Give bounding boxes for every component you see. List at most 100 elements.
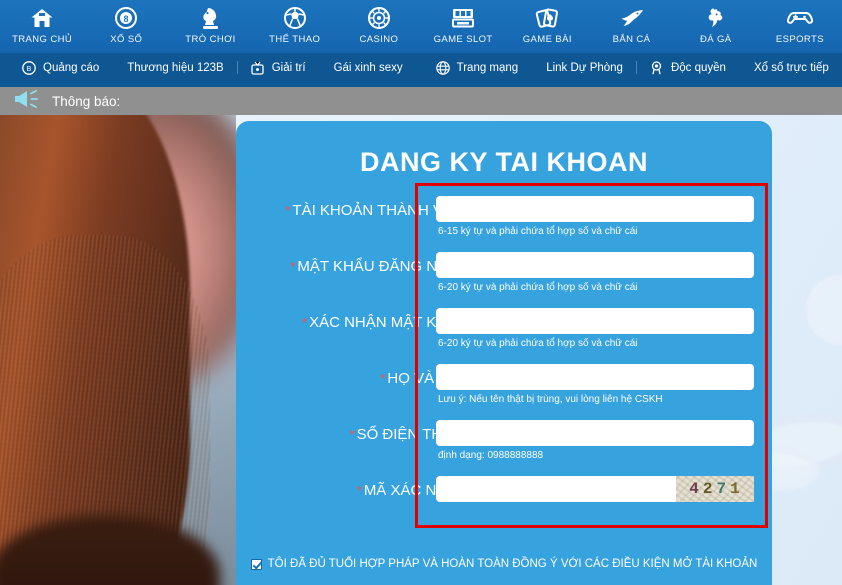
megaphone-icon — [13, 89, 43, 114]
required-marker: * — [356, 483, 362, 498]
confirm-password-input[interactable] — [436, 308, 754, 334]
subnav-group-advertising: B Quảng cáo Thương hiệu 123B — [22, 60, 224, 75]
svg-text:B: B — [27, 66, 32, 73]
eight-ball-icon: 8 — [114, 5, 138, 31]
registration-panel: DANG KY TAI KHOAN * TÀI KHOẢN THÀNH VIÊN … — [236, 121, 772, 585]
required-marker: * — [380, 371, 386, 386]
nav-item-xo-so[interactable]: 8 XỔ SỐ — [84, 0, 168, 53]
captcha-digit: 7 — [716, 480, 728, 498]
subnav-link-xo-so-truc-tiep[interactable]: Xổ số trực tiếp — [754, 62, 829, 74]
subnav-link-du-phong[interactable]: Link Dự Phòng — [546, 62, 623, 74]
field-wrap-password: 6-20 ký tự và phải chứa tổ hợp số và chữ… — [436, 252, 756, 293]
required-marker: * — [290, 259, 296, 274]
nav-item-the-thao[interactable]: THỂ THAO — [253, 0, 337, 53]
nav-label: TRÒ CHƠI — [185, 34, 236, 45]
field-wrap-username: 6-15 ký tự và phải chứa tổ hợp số và chữ… — [436, 196, 756, 237]
label-fullname: * HỌ VÀ TÊN — [248, 370, 468, 387]
label-username: * TÀI KHOẢN THÀNH VIÊN — [248, 202, 468, 219]
nav-item-casino[interactable]: CASINO — [337, 0, 421, 53]
nav-label: XỔ SỐ — [110, 34, 143, 45]
ad-badge-icon: B — [22, 60, 36, 75]
subnav-separator — [236, 61, 238, 74]
required-marker: * — [349, 427, 355, 442]
globe-icon — [435, 60, 450, 75]
roulette-icon — [367, 5, 391, 31]
nav-item-ban-ca[interactable]: BẮN CÁ — [589, 0, 673, 53]
field-wrap-confirm-password: 6-20 ký tự và phải chứa tổ hợp số và chữ… — [436, 308, 756, 349]
nav-label: TRANG CHỦ — [12, 34, 73, 45]
nav-item-da-ga[interactable]: ĐÁ GÀ — [674, 0, 758, 53]
form-row-username: * TÀI KHOẢN THÀNH VIÊN 6-15 ký tự và phải… — [236, 193, 772, 249]
svg-text:8: 8 — [124, 14, 129, 24]
form-row-confirm-password: * XÁC NHẬN MẬT KHẨU 6-20 ký tự và phải ch… — [236, 305, 772, 361]
nav-item-trang-chu[interactable]: TRANG CHỦ — [0, 0, 84, 53]
subnav-separator — [419, 61, 420, 74]
terms-checkbox[interactable] — [250, 558, 262, 570]
registration-form: * TÀI KHOẢN THÀNH VIÊN 6-15 ký tự và phải… — [236, 193, 772, 529]
terms-row: TÔI ĐÃ ĐỦ TUỔI HỢP PHÁP VÀ HOÀN TOÀN ĐỒN… — [236, 558, 772, 570]
subnav-group-exclusive: Độc quyền Xổ số trực tiếp — [650, 60, 829, 75]
label-confirm-password: * XÁC NHẬN MẬT KHẨU — [248, 314, 468, 331]
nav-item-game-slot[interactable]: GAME SLOT — [421, 0, 505, 53]
captcha-digit: 1 — [730, 480, 741, 498]
nav-item-game-bai[interactable]: GAME BÀI — [505, 0, 589, 53]
gamepad-icon — [786, 5, 814, 31]
nav-label: CASINO — [359, 34, 399, 45]
subnav-separator — [635, 61, 637, 74]
hint-fullname: Lưu ý: Nếu tên thật bị trùng, vui lòng l… — [438, 394, 663, 405]
nav-label: GAME BÀI — [522, 34, 572, 45]
subnav-link-trang-mang[interactable]: Trang mạng — [457, 62, 519, 74]
terms-label: TÔI ĐÃ ĐỦ TUỔI HỢP PHÁP VÀ HOÀN TOÀN ĐỒN… — [267, 558, 758, 570]
username-input[interactable] — [436, 196, 754, 222]
notification-label: Thông báo: — [52, 93, 121, 109]
form-row-fullname: * HỌ VÀ TÊN Lưu ý: Nếu tên thật bị trùng,… — [236, 361, 772, 417]
form-row-phone: * SỐ ĐIỆN THOẠI định dạng: 0988888888 — [236, 417, 772, 473]
fish-icon — [619, 5, 645, 31]
hint-password: 6-20 ký tự và phải chứa tổ hợp số và chữ… — [438, 282, 638, 293]
subnav-group-entertainment: Giải trí Gái xinh sexy — [251, 61, 403, 75]
nav-label: THỂ THAO — [269, 34, 321, 45]
playing-cards-icon — [535, 5, 559, 31]
nav-label: ĐÁ GÀ — [699, 34, 732, 45]
home-icon — [30, 5, 54, 31]
password-input[interactable] — [436, 252, 754, 278]
primary-navigation: TRANG CHỦ 8 XỔ SỐ TRÒ CHƠI THỂ THAO CASI… — [0, 0, 842, 53]
required-marker: * — [302, 315, 308, 330]
secondary-navigation: B Quảng cáo Thương hiệu 123B Giải trí Gá… — [0, 53, 842, 82]
nav-label: ESPORTS — [775, 34, 824, 45]
subnav-link-gai-xinh[interactable]: Gái xinh sexy — [334, 62, 403, 74]
notification-bar: Thông báo: — [0, 87, 842, 115]
field-wrap-fullname: Lưu ý: Nếu tên thật bị trùng, vui lòng l… — [436, 364, 756, 405]
subnav-link-thuong-hieu[interactable]: Thương hiệu 123B — [127, 62, 223, 74]
required-marker: * — [285, 203, 291, 218]
hint-phone: định dạng: 0988888888 — [438, 450, 544, 461]
captcha-digit: 2 — [702, 480, 714, 498]
label-phone: * SỐ ĐIỆN THOẠI — [248, 426, 468, 443]
chess-knight-icon — [200, 5, 222, 31]
nav-item-esports[interactable]: ESPORTS — [758, 0, 842, 53]
page-root: TRANG CHỦ 8 XỔ SỐ TRÒ CHƠI THỂ THAO CASI… — [0, 0, 842, 585]
captcha-digit: 4 — [689, 480, 700, 498]
nav-item-tro-choi[interactable]: TRÒ CHƠI — [168, 0, 252, 53]
form-row-captcha: * MÃ XÁC NHẬN 4 2 7 1 — [236, 473, 772, 529]
soccer-ball-icon — [283, 5, 307, 31]
field-wrap-phone: định dạng: 0988888888 — [436, 420, 756, 461]
label-password: * MẬT KHẨU ĐĂNG NHẬP — [248, 258, 468, 275]
tv-icon — [251, 61, 265, 75]
subnav-link-giai-tri[interactable]: Giải trí — [272, 62, 306, 74]
fullname-input[interactable] — [436, 364, 754, 390]
form-row-password: * MẬT KHẨU ĐĂNG NHẬP 6-20 ký tự và phải c… — [236, 249, 772, 305]
subnav-link-quang-cao[interactable]: Quảng cáo — [43, 62, 99, 74]
background-photo — [0, 115, 236, 585]
rooster-icon — [704, 5, 728, 31]
captcha-image[interactable]: 4 2 7 1 — [676, 476, 754, 502]
subnav-group-network: Trang mạng Link Dự Phòng — [435, 60, 623, 75]
page-title: DANG KY TAI KHOAN — [359, 147, 648, 177]
nav-label: BẮN CÁ — [612, 34, 651, 45]
label-captcha: * MÃ XÁC NHẬN — [248, 482, 468, 499]
hint-username: 6-15 ký tự và phải chứa tổ hợp số và chữ… — [438, 226, 638, 237]
medal-icon — [650, 60, 664, 75]
casino-chip-decoration — [806, 275, 842, 345]
subnav-link-doc-quyen[interactable]: Độc quyền — [671, 62, 726, 74]
phone-input[interactable] — [436, 420, 754, 446]
